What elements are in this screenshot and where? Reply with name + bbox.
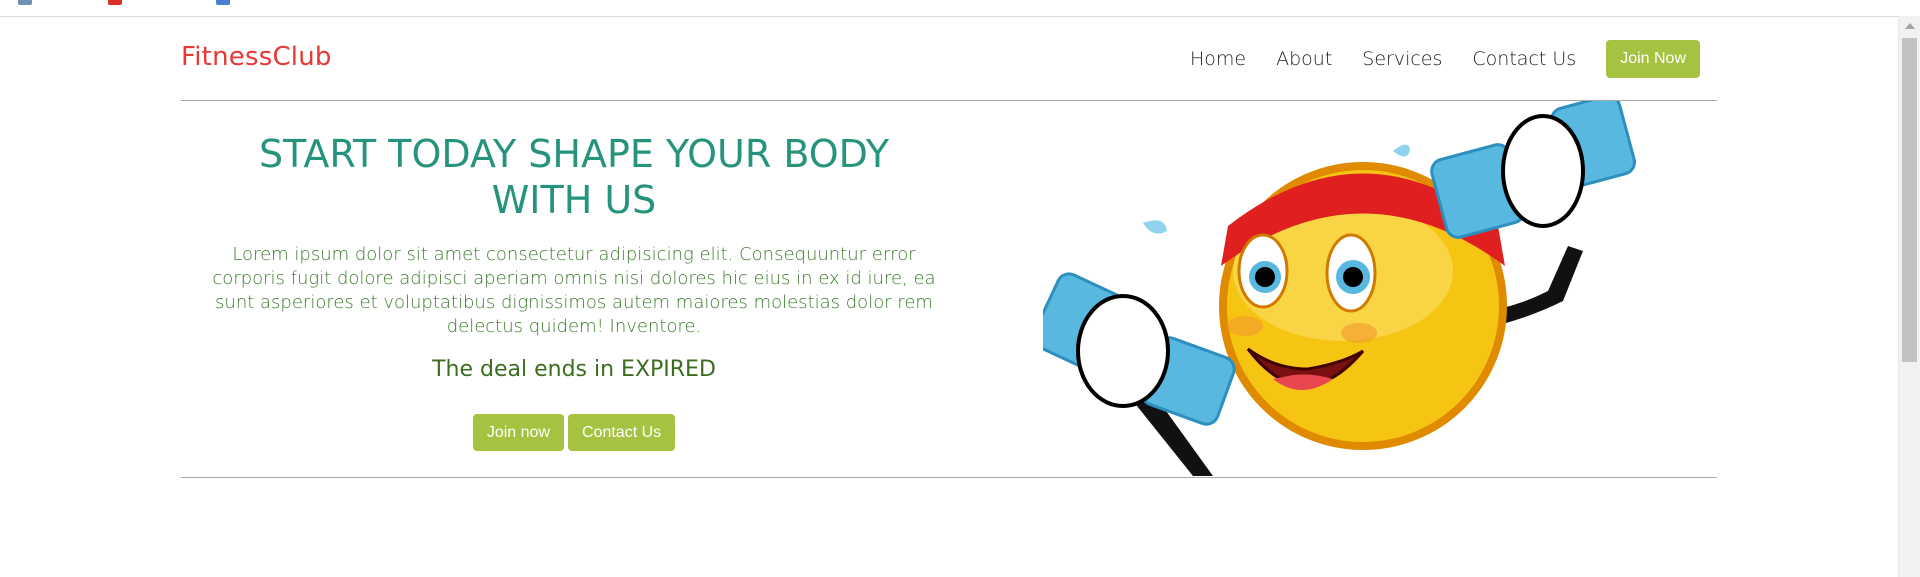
join-now-button[interactable]: Join now: [472, 414, 564, 451]
hero-text-section: START TODAY SHAPE YOUR BODY WITH US Lore…: [181, 131, 967, 451]
browser-tab-icon: [216, 0, 230, 5]
right-glove-icon: [1501, 114, 1585, 228]
scroll-thumb[interactable]: [1902, 38, 1917, 362]
left-cheek: [1227, 316, 1263, 336]
deal-countdown: The deal ends in EXPIRED: [432, 357, 716, 382]
join-now-nav-button[interactable]: Join Now: [1606, 40, 1700, 78]
left-glove-icon: [1076, 294, 1170, 408]
hero-button-group: Join now Contact Us: [181, 414, 967, 451]
contact-us-button[interactable]: Contact Us: [568, 414, 676, 451]
browser-top-strip: [0, 0, 1920, 17]
browser-tab-icon: [108, 0, 122, 5]
hero-description: Lorem ipsum dolor sit amet consectetur a…: [212, 244, 936, 337]
sweat-drop-icon: [1393, 144, 1410, 157]
nav-link-about[interactable]: About: [1276, 48, 1332, 70]
right-pupil: [1343, 267, 1363, 287]
vertical-scrollbar[interactable]: [1898, 16, 1920, 577]
browser-tab-icon: [18, 0, 32, 5]
hero-headline: START TODAY SHAPE YOUR BODY WITH US: [258, 132, 890, 222]
nav-link-contact[interactable]: Contact Us: [1472, 48, 1576, 70]
left-pupil: [1255, 267, 1275, 287]
nav-link-services[interactable]: Services: [1362, 48, 1442, 70]
main-nav: Home About Services Contact Us Join Now: [1190, 40, 1717, 78]
hero-bottom-divider: [181, 477, 1717, 478]
fitness-emoji-illustration: [1043, 101, 1636, 476]
right-cheek: [1341, 323, 1377, 343]
scroll-up-arrow-icon[interactable]: [1905, 23, 1915, 29]
brand-logo[interactable]: FitnessClub: [181, 42, 332, 72]
nav-link-home[interactable]: Home: [1190, 48, 1246, 70]
sweat-drop-icon: [1143, 220, 1167, 234]
